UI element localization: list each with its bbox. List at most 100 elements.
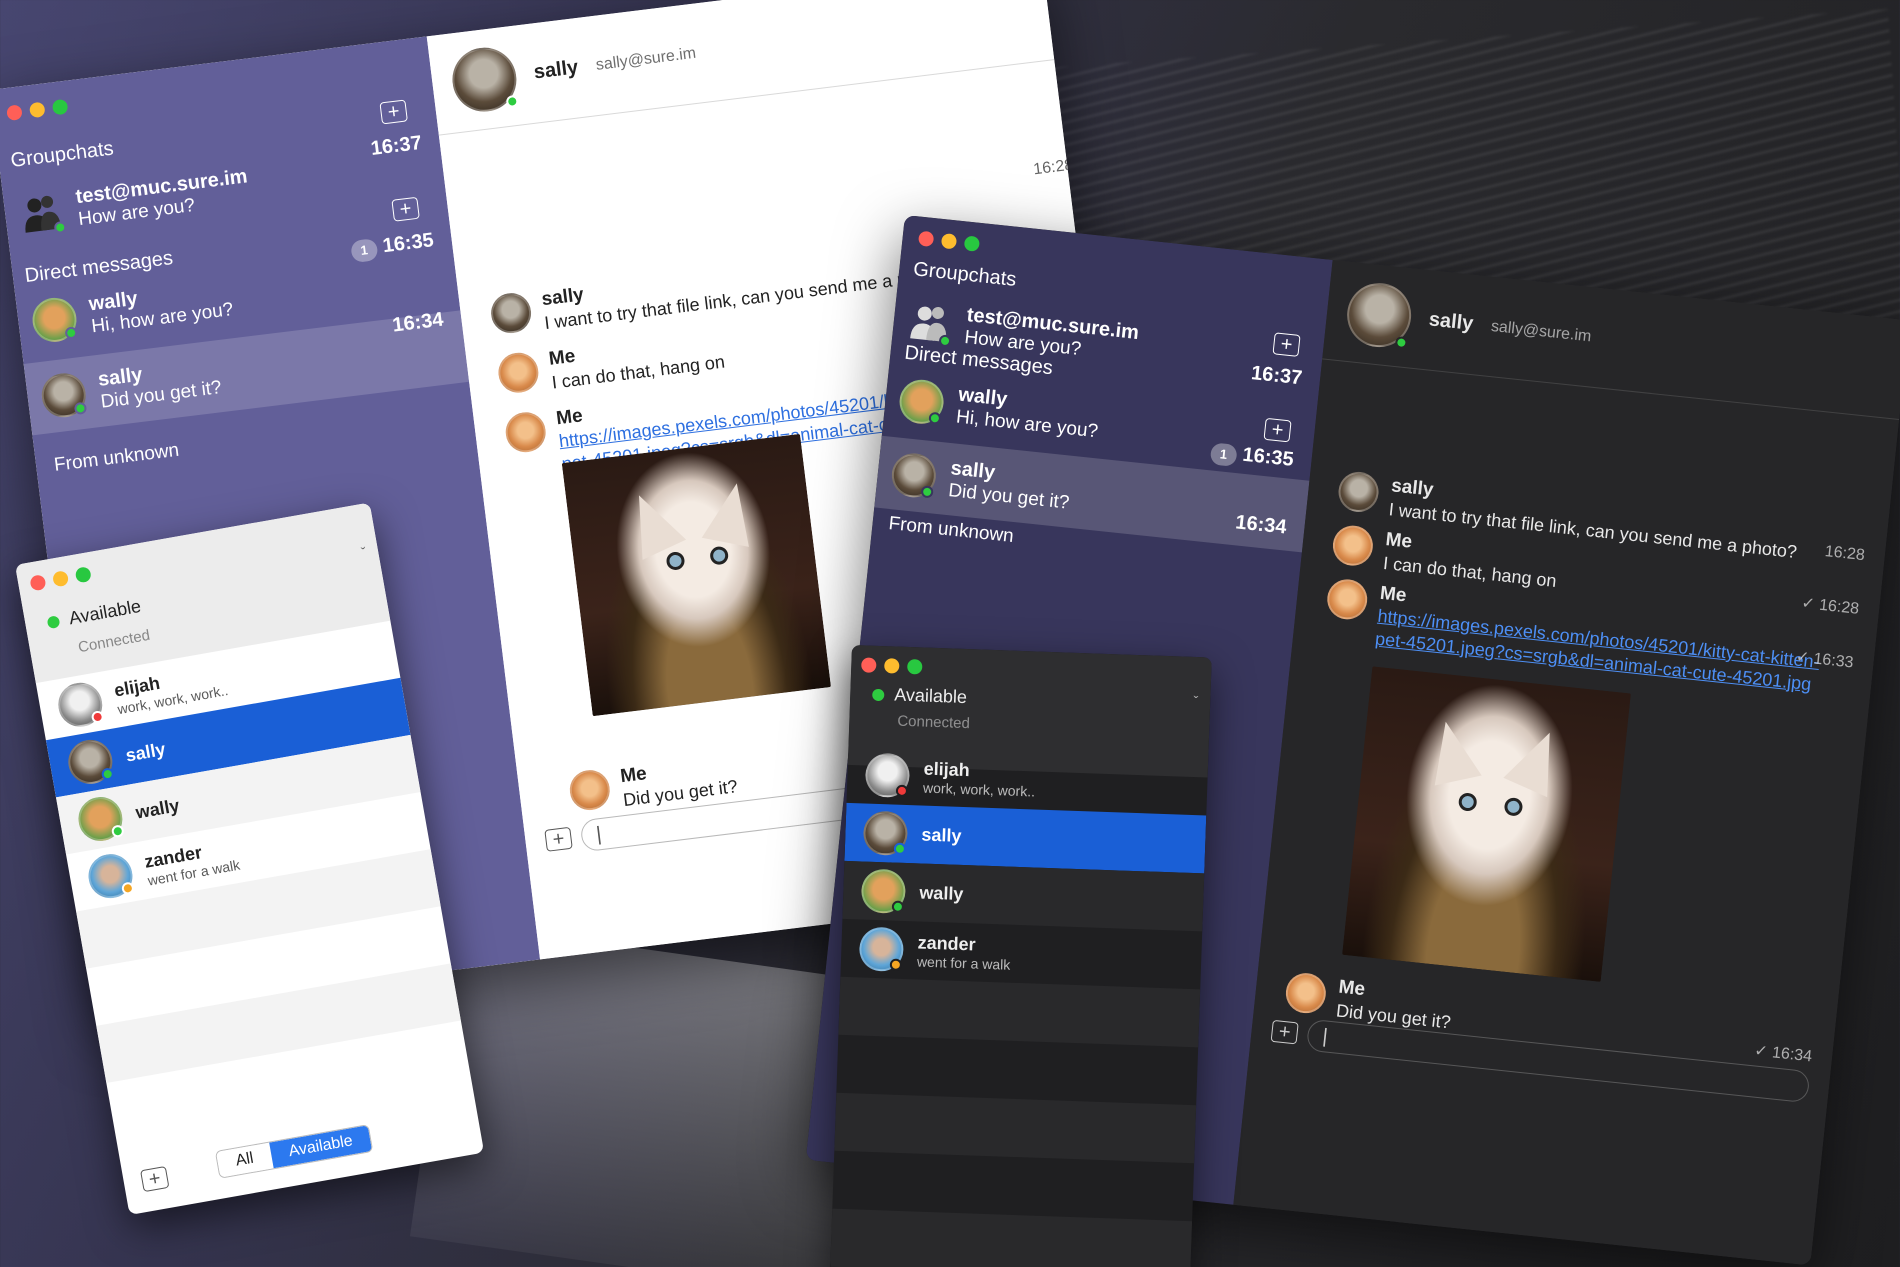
away-status-icon (120, 881, 135, 896)
dark-contacts-window: Available Connected ˇ elijah work, work,… (829, 645, 1212, 1267)
minimize-window-button[interactable] (28, 101, 46, 119)
empty-row (96, 963, 461, 1084)
dm-time: 16:34 (1234, 511, 1288, 539)
empty-row (838, 976, 1201, 1048)
window-controls (6, 98, 69, 122)
contact-status-text: work, work, work.. (922, 779, 1036, 799)
zoom-window-button[interactable] (51, 98, 69, 116)
close-window-button[interactable] (29, 574, 47, 592)
close-window-button[interactable] (917, 230, 935, 248)
add-direct-message-button[interactable]: + (391, 196, 420, 222)
zoom-window-button[interactable] (907, 658, 923, 675)
group-avatar-icon (906, 298, 954, 348)
sender-avatar (488, 290, 534, 336)
zander-avatar (858, 926, 905, 972)
message-composer: + | (1270, 1014, 1811, 1104)
me-avatar (567, 767, 613, 813)
chat-header: sally sally@sure.im (426, 0, 1055, 136)
message-incoming: sally I want to try that file link, can … (488, 244, 919, 341)
groupchats-heading: Groupchats (9, 137, 115, 172)
group-avatar-icon (17, 188, 67, 237)
presence-label: Available (893, 684, 968, 708)
plus-icon: + (147, 1167, 163, 1191)
busy-status-icon (90, 710, 105, 724)
kitten-image[interactable] (561, 433, 832, 717)
contact-name: wally (134, 794, 181, 823)
message-input[interactable]: | (1305, 1018, 1811, 1104)
add-contact-button[interactable]: + (140, 1165, 170, 1193)
add-groupchat-button[interactable]: + (379, 99, 408, 125)
unread-badge: 1 (1209, 442, 1238, 467)
from-unknown-heading[interactable]: From unknown (53, 440, 180, 477)
online-status-icon (891, 900, 905, 913)
attach-button[interactable]: + (544, 826, 573, 852)
minimize-window-button[interactable] (51, 570, 70, 588)
online-status-icon (46, 614, 61, 629)
filter-all-button[interactable]: All (215, 1142, 274, 1178)
sender-avatar (1336, 469, 1381, 514)
zoom-window-button[interactable] (74, 566, 92, 584)
me-avatar (496, 350, 541, 396)
groupchat-time: 16:37 (369, 131, 423, 160)
zoom-window-button[interactable] (963, 235, 981, 252)
contact-name: sally (532, 56, 580, 84)
contact-filter-segmented-control: All Available (214, 1124, 374, 1179)
plus-icon: + (398, 197, 413, 221)
window-controls (917, 230, 981, 252)
text-cursor: | (594, 822, 603, 846)
presence-selector[interactable]: Available (872, 684, 967, 708)
me-avatar (1330, 523, 1375, 568)
online-status-icon (920, 485, 934, 499)
minimize-window-button[interactable] (940, 232, 958, 250)
chat-pane: sally sally@sure.im sally I want to try … (1233, 259, 1900, 1266)
wally-avatar (29, 295, 80, 345)
kitten-image[interactable] (1342, 666, 1631, 982)
contact-name: sally (921, 824, 962, 846)
connection-status: Connected (897, 712, 971, 733)
online-status-icon (100, 767, 115, 782)
me-avatar (503, 409, 548, 455)
window-controls (29, 566, 92, 592)
groupchat-time: 16:37 (1250, 362, 1304, 390)
contact-avatar (1344, 279, 1415, 350)
plus-icon: + (386, 100, 401, 124)
elijah-avatar (54, 679, 106, 731)
close-window-button[interactable] (6, 104, 23, 122)
contact-status-text: went for a walk (916, 952, 1011, 973)
text-cursor: | (1321, 1024, 1329, 1048)
online-status-icon (505, 94, 519, 108)
away-status-icon (889, 958, 903, 971)
sally-avatar (862, 810, 909, 857)
close-window-button[interactable] (861, 657, 877, 673)
wally-avatar (74, 793, 126, 845)
sally-avatar (889, 451, 939, 500)
dm-time: 1 16:35 (349, 229, 435, 264)
online-status-icon (110, 824, 125, 839)
message-time: ✓ 16:34 (1753, 1042, 1813, 1066)
chevron-down-icon[interactable]: ˇ (1193, 693, 1198, 709)
attach-button[interactable]: + (1270, 1019, 1299, 1045)
presence-selector[interactable]: Available (46, 596, 143, 633)
contact-name: sally (1427, 308, 1475, 335)
wally-avatar (897, 377, 946, 426)
contact-name: sally (123, 738, 167, 766)
sally-avatar (64, 736, 116, 788)
online-status-icon (893, 842, 907, 856)
plus-icon: + (551, 827, 566, 851)
chevron-down-icon[interactable]: ˇ (360, 544, 367, 561)
plus-icon: + (1277, 1020, 1292, 1044)
message-outgoing: Me I can do that, hang on (496, 328, 726, 400)
empty-row (830, 1208, 1193, 1267)
online-status-icon (64, 326, 78, 340)
minimize-window-button[interactable] (884, 658, 900, 674)
contact-avatar (448, 43, 521, 115)
contact-address: sally@sure.im (594, 44, 697, 74)
online-status-icon (872, 688, 885, 701)
zander-avatar (84, 850, 136, 902)
online-status-icon (928, 411, 942, 425)
online-status-icon (1394, 335, 1409, 349)
filter-available-button[interactable]: Available (268, 1125, 373, 1169)
online-status-icon (53, 220, 67, 235)
contact-address: sally@sure.im (1490, 317, 1593, 345)
unread-badge: 1 (349, 238, 379, 264)
